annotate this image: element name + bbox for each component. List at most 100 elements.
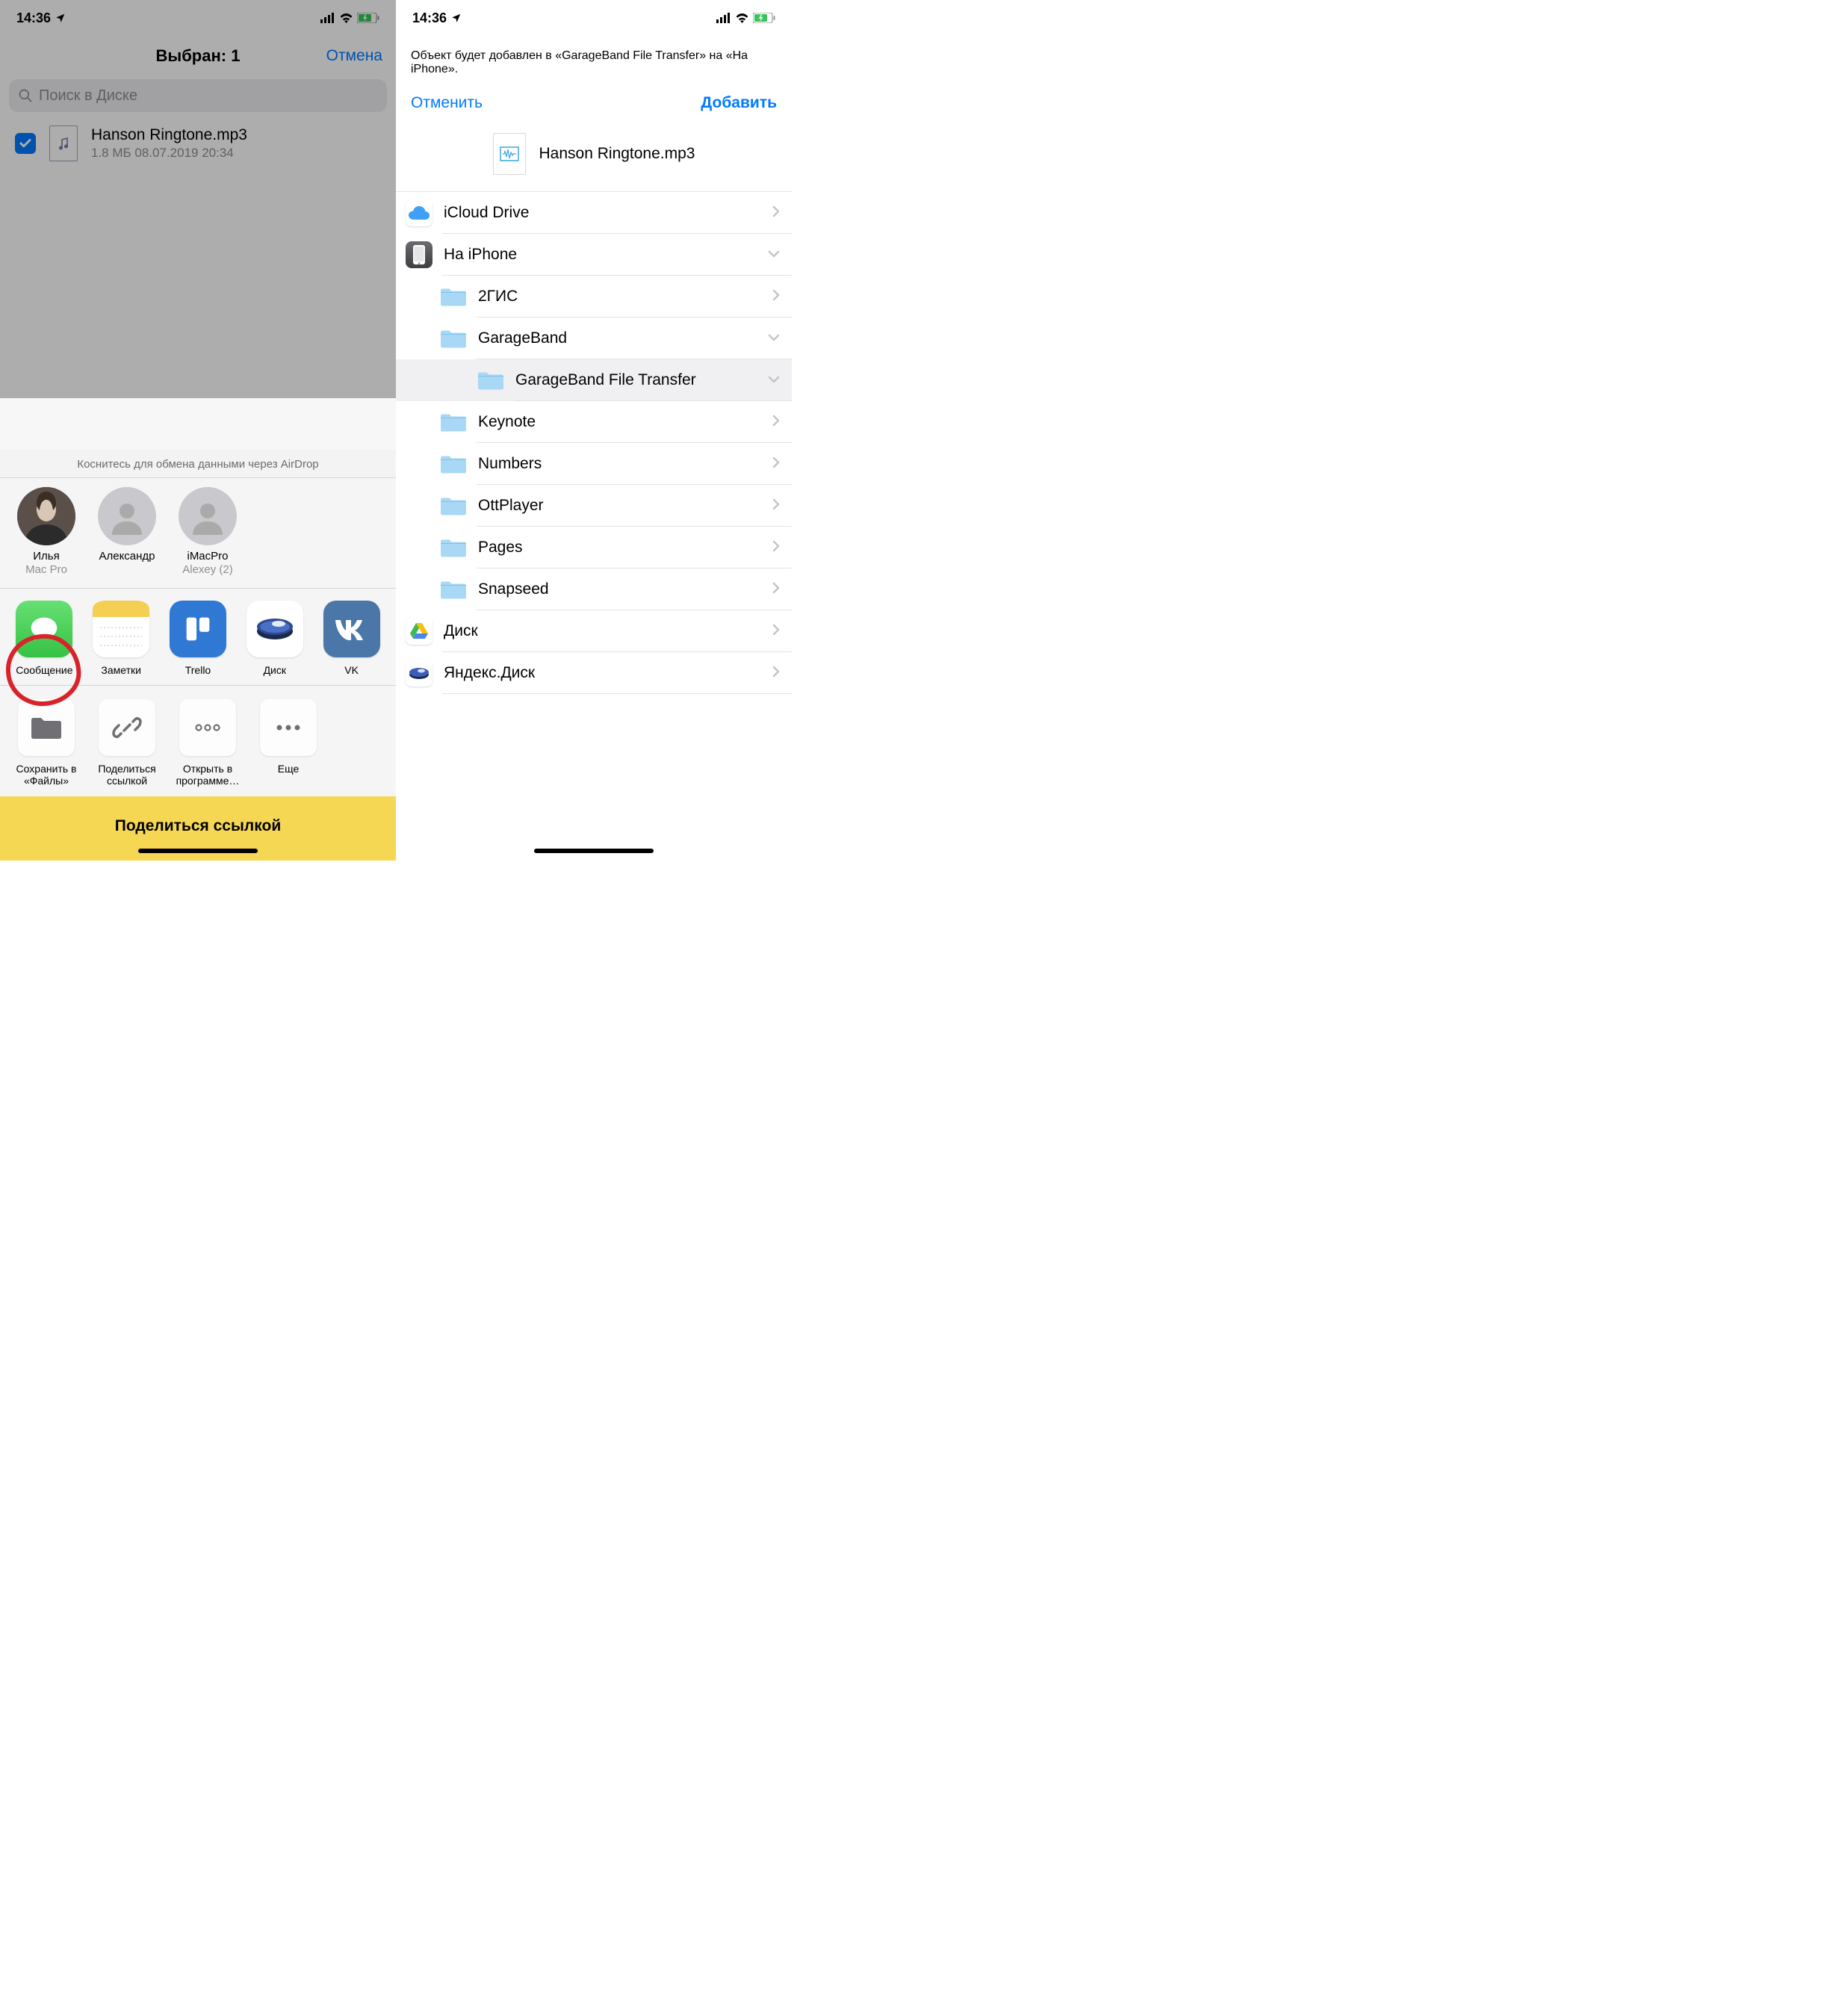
share-app-disk[interactable]: Диск [242, 601, 307, 676]
folder-icon [439, 282, 468, 311]
selection-header: Выбран: 1 Отмена [0, 36, 396, 79]
file-name: Hanson Ringtone.mp3 [91, 126, 381, 144]
status-time: 14:36 [16, 10, 51, 26]
location-row[interactable]: GarageBand File Transfer [396, 359, 792, 401]
location-label: 2ГИС [478, 288, 772, 306]
chevron-down-icon [768, 248, 780, 261]
folder-icon [18, 699, 75, 756]
app-label: Trello [166, 664, 231, 676]
cancel-button[interactable]: Отменить [411, 94, 483, 112]
location-label: На iPhone [444, 246, 768, 264]
action-open-in[interactable]: Открыть в программе… [173, 699, 242, 787]
location-row[interactable]: Диск [396, 610, 792, 652]
share-link-button[interactable]: Поделиться ссылкой [0, 796, 396, 861]
location-label: Snapseed [478, 580, 772, 598]
action-save-to-files[interactable]: Сохранить в «Файлы» [12, 699, 81, 787]
location-label: iCloud Drive [444, 204, 772, 222]
airdrop-name: Илья [12, 550, 81, 563]
link-icon [99, 699, 155, 756]
search-bar[interactable] [9, 79, 387, 112]
share-app-messages[interactable]: Сообщение [12, 601, 77, 676]
open-in-icon [179, 699, 236, 756]
location-row[interactable]: Яндекс.Диск [396, 652, 792, 694]
cellular-icon [716, 13, 731, 23]
folder-icon [439, 575, 468, 604]
status-time: 14:36 [412, 10, 447, 26]
selection-title: Выбран: 1 [156, 46, 241, 66]
location-row[interactable]: Keynote [396, 401, 792, 443]
location-label: Диск [444, 622, 772, 640]
file-name: Hanson Ringtone.mp3 [539, 145, 695, 163]
location-label: GarageBand [478, 329, 768, 347]
search-icon [18, 88, 33, 103]
action-label: Сохранить в «Файлы» [12, 763, 81, 787]
audio-file-icon [493, 133, 526, 175]
location-row[interactable]: Numbers [396, 443, 792, 485]
messages-icon [16, 601, 72, 657]
action-more[interactable]: Еще [254, 699, 323, 787]
file-meta: 1.8 МБ 08.07.2019 20:34 [91, 146, 381, 161]
chevron-right-icon [772, 666, 780, 681]
search-input[interactable] [39, 87, 378, 105]
more-icon [260, 699, 317, 756]
status-bar: 14:36 [0, 0, 396, 36]
location-label: Keynote [478, 413, 772, 431]
share-app-vk[interactable]: VK [319, 601, 384, 676]
location-row[interactable]: iCloud Drive [396, 192, 792, 234]
vk-icon [323, 601, 380, 657]
add-button[interactable]: Добавить [701, 94, 777, 112]
yadisk-icon [246, 601, 303, 657]
app-row: Сообщение Заметки Trello Диск VK [0, 589, 396, 686]
location-row[interactable]: На iPhone [396, 234, 792, 276]
location-label: Numbers [478, 455, 772, 473]
airdrop-row: Илья Mac Pro Александр iMacPro Alexey (2… [0, 478, 396, 589]
action-label: Еще [254, 763, 323, 775]
file-row[interactable]: Hanson Ringtone.mp3 1.8 МБ 08.07.2019 20… [0, 112, 396, 175]
gdrive-icon [405, 617, 433, 645]
folder-icon [439, 533, 468, 562]
folder-icon [439, 324, 468, 353]
airdrop-contact[interactable]: Александр [93, 487, 161, 576]
share-app-trello[interactable]: Trello [166, 601, 231, 676]
battery-icon [753, 13, 775, 23]
avatar-icon [17, 487, 75, 545]
icloud-icon [405, 199, 433, 227]
action-share-link[interactable]: Поделиться ссылкой [93, 699, 161, 787]
wifi-icon [735, 13, 749, 23]
iphone-icon [405, 241, 433, 269]
folder-icon [477, 366, 505, 394]
chevron-right-icon [772, 498, 780, 514]
cancel-button[interactable]: Отмена [326, 47, 382, 65]
share-sheet: Коснитесь для обмена данными через AirDr… [0, 450, 396, 861]
notes-icon [93, 601, 149, 657]
location-row[interactable]: 2ГИС [396, 276, 792, 317]
checkbox-checked-icon[interactable] [15, 133, 36, 154]
location-icon [55, 13, 66, 23]
chevron-right-icon [772, 456, 780, 472]
location-row[interactable]: Pages [396, 527, 792, 568]
action-row: Сохранить в «Файлы» Поделиться ссылкой О… [0, 686, 396, 796]
audio-file-icon [49, 126, 78, 161]
battery-icon [357, 13, 379, 23]
app-label: Заметки [89, 664, 154, 676]
right-screenshot: 14:36 Объект будет добавлен в «GarageBan… [396, 0, 792, 861]
airdrop-sub: Mac Pro [12, 563, 81, 576]
home-indicator[interactable] [138, 849, 258, 853]
left-screenshot: 14:36 Выбран: 1 Отмена Hanson Ringtone.m… [0, 0, 396, 861]
home-indicator[interactable] [534, 849, 654, 853]
cellular-icon [320, 13, 335, 23]
chevron-right-icon [772, 540, 780, 556]
action-label: Поделиться ссылкой [93, 763, 161, 787]
avatar-placeholder-icon [98, 487, 156, 545]
location-row[interactable]: GarageBand [396, 317, 792, 359]
airdrop-hint: Коснитесь для обмена данными через AirDr… [0, 450, 396, 478]
airdrop-contact[interactable]: Илья Mac Pro [12, 487, 81, 576]
share-app-notes[interactable]: Заметки [89, 601, 154, 676]
location-label: Pages [478, 539, 772, 557]
location-row[interactable]: OttPlayer [396, 485, 792, 527]
location-row[interactable]: Snapseed [396, 568, 792, 610]
chevron-down-icon [768, 332, 780, 345]
airdrop-contact[interactable]: iMacPro Alexey (2) [173, 487, 242, 576]
location-label: OttPlayer [478, 497, 772, 515]
app-label: VK [319, 664, 384, 676]
